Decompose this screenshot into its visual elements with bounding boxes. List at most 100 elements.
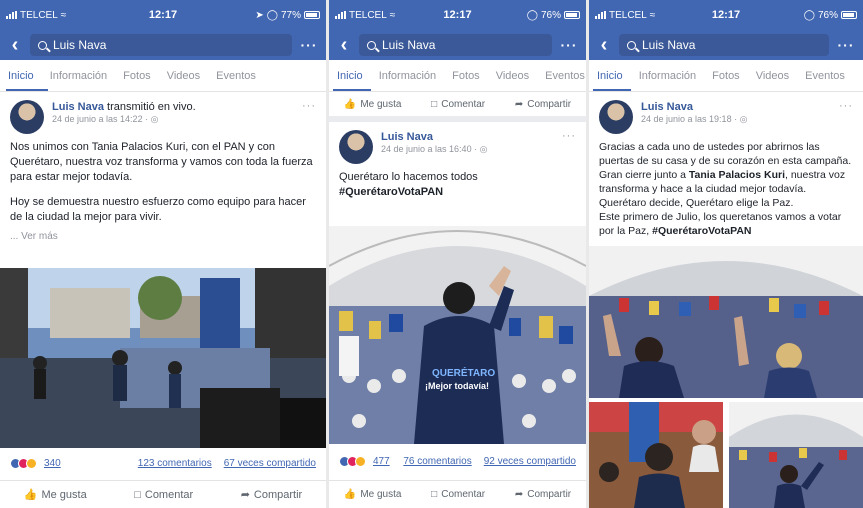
like-label: Me gusta xyxy=(360,489,402,500)
rally-photo-main[interactable] xyxy=(589,246,863,398)
tab-videos[interactable]: Videos xyxy=(159,70,208,82)
like-button[interactable]: 👍 Me gusta xyxy=(24,488,87,502)
tab-fotos[interactable]: Fotos xyxy=(115,70,159,82)
globe-icon: ◎ xyxy=(150,114,159,124)
top-nav: ‹ Luis Nava ··· xyxy=(0,30,326,60)
live-video-thumbnail[interactable] xyxy=(0,268,326,448)
tab-inicio[interactable]: Inicio xyxy=(0,70,42,82)
status-bar: TELCEL ≈ 12:17 ◯ 76% xyxy=(589,0,863,30)
comment-label: Comentar xyxy=(144,488,194,501)
avatar[interactable] xyxy=(339,130,373,164)
tab-informacion[interactable]: Información xyxy=(631,70,704,82)
search-input[interactable]: Luis Nava xyxy=(30,34,292,56)
search-input[interactable]: Luis Nava xyxy=(619,34,829,56)
post-body: Querétaro lo hacemos todos #QuerétaroVot… xyxy=(329,170,586,200)
search-icon xyxy=(367,40,376,50)
page-tabs: Inicio Información Fotos Videos Eventos xyxy=(0,60,326,92)
more-options-icon[interactable]: ··· xyxy=(298,37,320,53)
rally-photo[interactable]: QUERÉTARO ¡Mejor todavía! xyxy=(329,226,586,444)
see-more-link[interactable]: ... Ver más xyxy=(10,229,316,244)
battery-icon xyxy=(564,11,580,19)
like-label: Me gusta xyxy=(41,488,87,501)
globe-icon: ◎ xyxy=(479,144,488,154)
post-author[interactable]: Luis Nava xyxy=(52,101,104,113)
share-button[interactable]: ➦ Compartir xyxy=(515,99,571,110)
tab-inicio[interactable]: Inicio xyxy=(329,70,371,82)
back-icon[interactable]: ‹ xyxy=(6,35,24,55)
post-date[interactable]: 24 de junio a las 14:22 · xyxy=(52,114,151,124)
more-options-icon[interactable]: ··· xyxy=(835,37,857,53)
post-date[interactable]: 24 de junio a las 16:40 · xyxy=(381,144,480,154)
back-icon[interactable]: ‹ xyxy=(335,35,353,55)
reaction-icons[interactable] xyxy=(339,456,366,467)
post-paragraph-1: Nos unimos con Tania Palacios Kuri, con … xyxy=(10,141,313,183)
battery-icon xyxy=(304,11,320,19)
tab-videos[interactable]: Videos xyxy=(748,70,797,82)
hashtag-link[interactable]: #QuerétaroVotaPAN xyxy=(339,186,443,198)
screenshot-panel-3: TELCEL ≈ 12:17 ◯ 76% ‹ Luis Nava ··· Inici… xyxy=(589,0,863,508)
back-icon[interactable]: ‹ xyxy=(595,35,613,55)
tab-inicio[interactable]: Inicio xyxy=(589,70,631,82)
post-body: Gracias a cada uno de ustedes por abrirn… xyxy=(589,140,863,238)
share-button[interactable]: ➦ Compartir xyxy=(240,488,303,502)
comment-icon: □ xyxy=(431,489,438,500)
post-menu-icon[interactable]: ··· xyxy=(839,100,853,112)
status-time: 12:17 xyxy=(711,9,741,21)
tab-fotos[interactable]: Fotos xyxy=(704,70,748,82)
wow-reaction-icon xyxy=(355,456,366,467)
avatar[interactable] xyxy=(599,100,633,134)
comment-label: Comentar xyxy=(441,489,486,500)
rally-photo-right[interactable] xyxy=(729,402,863,508)
tab-fotos[interactable]: Fotos xyxy=(444,70,488,82)
like-button[interactable]: 👍 Me gusta xyxy=(344,99,402,110)
share-icon: ➦ xyxy=(514,489,524,500)
reaction-icons[interactable] xyxy=(10,458,37,469)
tab-informacion[interactable]: Información xyxy=(371,70,444,82)
comment-button[interactable]: □ Comentar xyxy=(431,99,485,110)
search-input[interactable]: Luis Nava xyxy=(359,34,552,56)
comment-label: Comentar xyxy=(441,98,486,110)
share-button[interactable]: ➦ Compartir xyxy=(515,489,571,500)
live-video-image xyxy=(0,268,326,448)
tab-informacion[interactable]: Información xyxy=(42,70,115,82)
search-icon xyxy=(38,40,47,50)
tab-eventos[interactable]: Eventos xyxy=(797,70,853,82)
share-icon: ➦ xyxy=(240,489,250,501)
tab-eventos[interactable]: Eventos xyxy=(208,70,264,82)
tab-videos[interactable]: Videos xyxy=(488,70,537,82)
post-body: Nos unimos con Tania Palacios Kuri, con … xyxy=(0,140,326,244)
post-menu-icon[interactable]: ··· xyxy=(562,130,576,142)
rally-image-right xyxy=(729,402,863,508)
status-bar: TELCEL ≈ 12:17 ➤ ◯ 77% xyxy=(0,0,326,30)
screenshot-panel-1: TELCEL ≈ 12:17 ➤ ◯ 77% ‹ Luis Nava ··· Inic… xyxy=(0,0,326,508)
thumbs-up-icon: 👍 xyxy=(343,98,357,110)
rally-photo-left[interactable] xyxy=(589,402,723,508)
post-action: transmitió en vivo. xyxy=(107,101,196,113)
comments-count[interactable]: 76 comentarios xyxy=(403,456,471,467)
reactions-count[interactable]: 340 xyxy=(44,458,61,469)
active-tab-indicator xyxy=(333,89,371,91)
comment-button[interactable]: □ Comentar xyxy=(134,489,193,501)
tab-eventos[interactable]: Eventos xyxy=(537,70,586,82)
hashtag-link[interactable]: #QuerétaroVotaPAN xyxy=(652,225,751,237)
comments-count[interactable]: 123 comentarios xyxy=(138,458,212,469)
shares-count[interactable]: 92 veces compartido xyxy=(484,456,576,467)
more-options-icon[interactable]: ··· xyxy=(558,37,580,53)
comment-button[interactable]: □ Comentar xyxy=(431,489,485,500)
mention-link[interactable]: Tania Palacios Kuri xyxy=(689,169,785,181)
post-menu-icon[interactable]: ··· xyxy=(302,100,316,112)
shares-count[interactable]: 67 veces compartido xyxy=(224,458,316,469)
comment-icon: □ xyxy=(431,98,438,110)
post-author[interactable]: Luis Nava xyxy=(381,131,433,143)
avatar[interactable] xyxy=(10,100,44,134)
shirt-text-2: ¡Mejor todavía! xyxy=(425,381,489,391)
like-button[interactable]: 👍 Me gusta xyxy=(344,489,402,500)
post-date[interactable]: 24 de junio a las 19:18 · xyxy=(641,114,740,124)
shirt-text-1: QUERÉTARO xyxy=(432,366,495,379)
search-icon xyxy=(627,40,636,50)
search-query: Luis Nava xyxy=(53,38,107,52)
thumbs-up-icon: 👍 xyxy=(343,489,357,500)
rally-image: QUERÉTARO ¡Mejor todavía! xyxy=(329,226,586,444)
reactions-count[interactable]: 477 xyxy=(373,456,390,467)
post-author[interactable]: Luis Nava xyxy=(641,101,693,113)
